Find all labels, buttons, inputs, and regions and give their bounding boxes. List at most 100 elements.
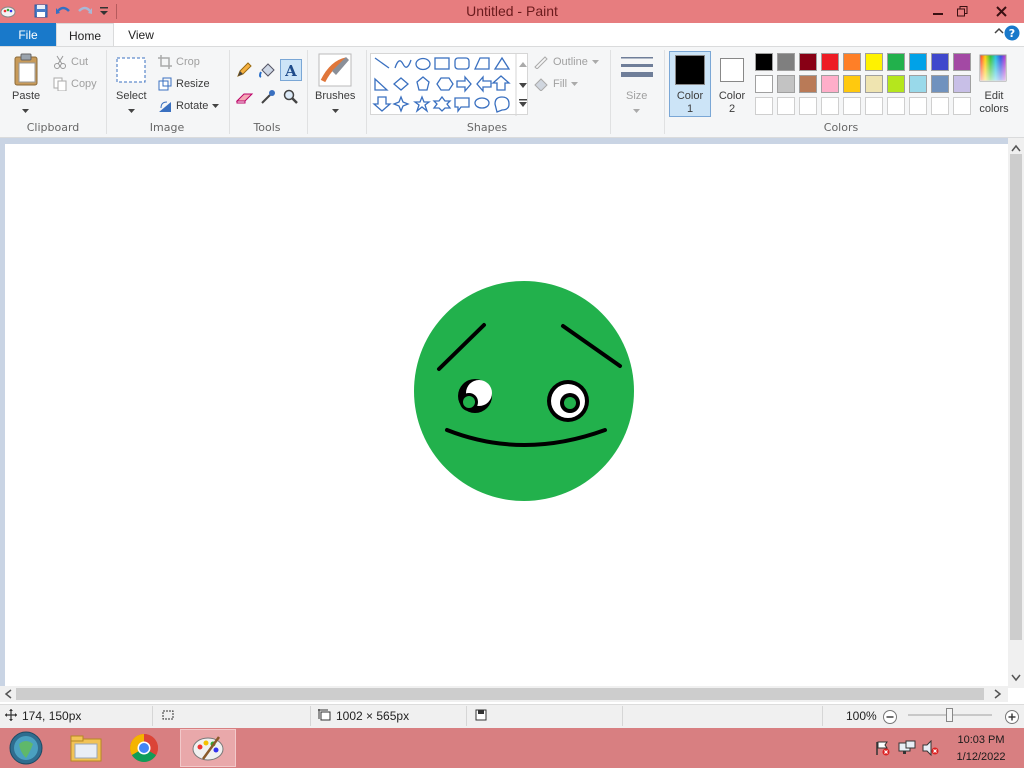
shapes-gallery[interactable] <box>370 53 528 116</box>
palette-swatch[interactable] <box>843 53 861 71</box>
image-group-label: Image <box>149 121 185 134</box>
paste-icon[interactable] <box>12 53 42 89</box>
tab-view[interactable]: View <box>118 23 164 47</box>
paste-dropdown-icon[interactable] <box>22 104 29 117</box>
custom-color-slot[interactable] <box>953 97 971 115</box>
tab-file[interactable]: File <box>0 23 56 47</box>
shapes-scroll-down-icon <box>519 83 527 88</box>
palette-swatch[interactable] <box>953 53 971 71</box>
volume-muted-icon[interactable] <box>922 739 940 759</box>
size-button[interactable]: Size <box>626 90 647 102</box>
palette-swatch[interactable] <box>909 75 927 93</box>
palette-swatch[interactable] <box>865 53 883 71</box>
edit-colors-button[interactable]: Edit colors <box>977 90 1011 116</box>
pencil-icon[interactable] <box>236 62 252 78</box>
custom-color-slot[interactable] <box>777 97 795 115</box>
scroll-down-icon[interactable] <box>1011 672 1021 685</box>
drawing-canvas[interactable] <box>5 144 1008 687</box>
palette-swatch[interactable] <box>953 75 971 93</box>
eraser-icon[interactable] <box>235 91 254 105</box>
palette-swatch[interactable] <box>821 75 839 93</box>
custom-color-slot[interactable] <box>865 97 883 115</box>
color-picker-icon[interactable] <box>260 89 276 105</box>
size-dropdown-icon[interactable] <box>633 104 640 117</box>
zoom-slider-thumb[interactable] <box>946 708 953 722</box>
magnifier-icon[interactable] <box>283 89 299 105</box>
resize-button[interactable]: Resize <box>158 77 210 91</box>
paint-taskbar-button[interactable] <box>180 729 236 767</box>
palette-swatch[interactable] <box>887 75 905 93</box>
scroll-left-icon[interactable] <box>4 689 12 702</box>
zoom-in-button[interactable] <box>1004 709 1020 728</box>
shape-four-point-star <box>392 95 410 113</box>
palette-swatch[interactable] <box>777 53 795 71</box>
file-explorer-taskbar-button[interactable] <box>64 729 108 767</box>
edit-colors-icon[interactable] <box>979 54 1007 82</box>
palette-swatch[interactable] <box>931 75 949 93</box>
size-icon[interactable] <box>620 55 654 85</box>
palette-swatch[interactable] <box>887 53 905 71</box>
custom-color-slot[interactable] <box>821 97 839 115</box>
custom-color-slot[interactable] <box>799 97 817 115</box>
copy-button[interactable]: Copy <box>53 77 97 91</box>
fill-bucket-icon[interactable] <box>259 62 276 78</box>
palette-swatch[interactable] <box>821 53 839 71</box>
horizontal-scroll-thumb[interactable] <box>16 688 984 700</box>
canvas-size-icon <box>318 709 332 724</box>
select-icon[interactable] <box>116 57 146 83</box>
palette-swatch[interactable] <box>755 75 773 93</box>
custom-color-slot[interactable] <box>755 97 773 115</box>
select-button[interactable]: Select <box>116 90 147 102</box>
palette-swatch[interactable] <box>865 75 883 93</box>
vertical-scroll-thumb[interactable] <box>1010 154 1022 640</box>
rotate-dropdown-icon <box>212 103 220 108</box>
shapes-more-icon <box>519 99 527 101</box>
paste-button[interactable]: Paste <box>12 90 40 102</box>
custom-color-slot[interactable] <box>887 97 905 115</box>
status-separator <box>622 706 623 726</box>
brushes-dropdown-icon[interactable] <box>332 104 339 117</box>
close-button[interactable] <box>984 0 1018 22</box>
cut-label: Cut <box>71 56 89 68</box>
network-icon[interactable] <box>898 740 916 759</box>
text-tool-icon[interactable]: A <box>280 59 302 81</box>
custom-color-slot[interactable] <box>909 97 927 115</box>
start-button[interactable] <box>6 729 46 767</box>
group-separator <box>307 50 308 134</box>
shape-left-arrow <box>476 75 492 93</box>
color2-label[interactable]: Color 2 <box>715 90 749 116</box>
action-center-flag-icon[interactable] <box>874 740 890 759</box>
palette-swatch[interactable] <box>799 75 817 93</box>
outline-button[interactable]: Outline <box>533 55 599 69</box>
palette-swatch[interactable] <box>755 53 773 71</box>
fill-button[interactable]: Fill <box>533 77 579 91</box>
color2-swatch[interactable] <box>720 58 744 82</box>
palette-swatch[interactable] <box>909 53 927 71</box>
status-separator <box>152 706 153 726</box>
palette-swatch[interactable] <box>931 53 949 71</box>
brushes-icon[interactable] <box>318 53 352 87</box>
zoom-out-button[interactable] <box>882 709 898 728</box>
palette-swatch[interactable] <box>843 75 861 93</box>
clipboard-group-label: Clipboard <box>26 121 80 134</box>
custom-color-slot[interactable] <box>843 97 861 115</box>
outline-label: Outline <box>553 56 588 68</box>
clock-time[interactable]: 10:03 PM <box>946 734 1016 746</box>
custom-color-slot[interactable] <box>931 97 949 115</box>
shape-hexagon <box>436 77 454 91</box>
rotate-button[interactable]: Rotate <box>158 99 220 113</box>
tab-home[interactable]: Home <box>56 23 114 47</box>
svg-text:?: ? <box>1009 27 1015 40</box>
restore-button[interactable] <box>946 0 978 22</box>
palette-swatch[interactable] <box>799 53 817 71</box>
help-icon[interactable]: ? <box>1004 25 1020 41</box>
ribbon-collapse-icon[interactable] <box>994 24 1004 38</box>
brushes-button[interactable]: Brushes <box>315 90 355 102</box>
cut-button[interactable]: Cut <box>53 55 88 69</box>
clock-date[interactable]: 1/12/2022 <box>946 751 1016 763</box>
palette-swatch[interactable] <box>777 75 795 93</box>
chrome-taskbar-button[interactable] <box>120 729 168 767</box>
scroll-right-icon[interactable] <box>994 689 1002 702</box>
select-dropdown-icon[interactable] <box>128 104 135 117</box>
crop-button[interactable]: Crop <box>158 55 200 69</box>
